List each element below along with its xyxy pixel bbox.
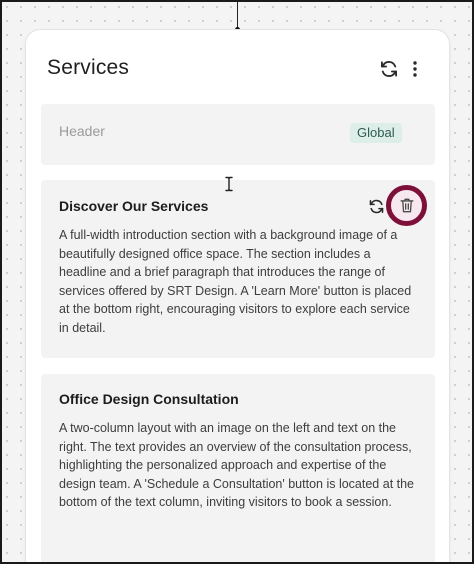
- header-label: Header: [59, 123, 105, 139]
- refresh-icon: [381, 61, 397, 77]
- more-vertical-icon: [413, 61, 417, 77]
- section-card-discover[interactable]: Discover Our Services A full-width intro…: [41, 180, 435, 358]
- refresh-icon: [369, 199, 383, 213]
- panel-title: Services: [47, 56, 130, 79]
- section-description: A full-width introduction section with a…: [59, 228, 412, 335]
- services-panel: Services Header Global Discover Our Serv…: [26, 30, 449, 564]
- global-badge: Global: [350, 123, 402, 143]
- refresh-button[interactable]: [378, 58, 400, 80]
- text-cursor-icon: [224, 176, 234, 192]
- regenerate-section-button[interactable]: [367, 197, 385, 215]
- connector-line: [237, 0, 238, 30]
- delete-section-button[interactable]: [386, 185, 427, 226]
- header-card[interactable]: Header Global: [41, 104, 435, 165]
- section-title: Office Design Consultation: [59, 391, 239, 407]
- section-card-office-design[interactable]: Office Design Consultation A two-column …: [41, 374, 435, 564]
- more-options-button[interactable]: [407, 58, 423, 80]
- trash-icon: [399, 198, 414, 213]
- section-description: A two-column layout with an image on the…: [59, 421, 415, 510]
- section-title: Discover Our Services: [59, 198, 209, 214]
